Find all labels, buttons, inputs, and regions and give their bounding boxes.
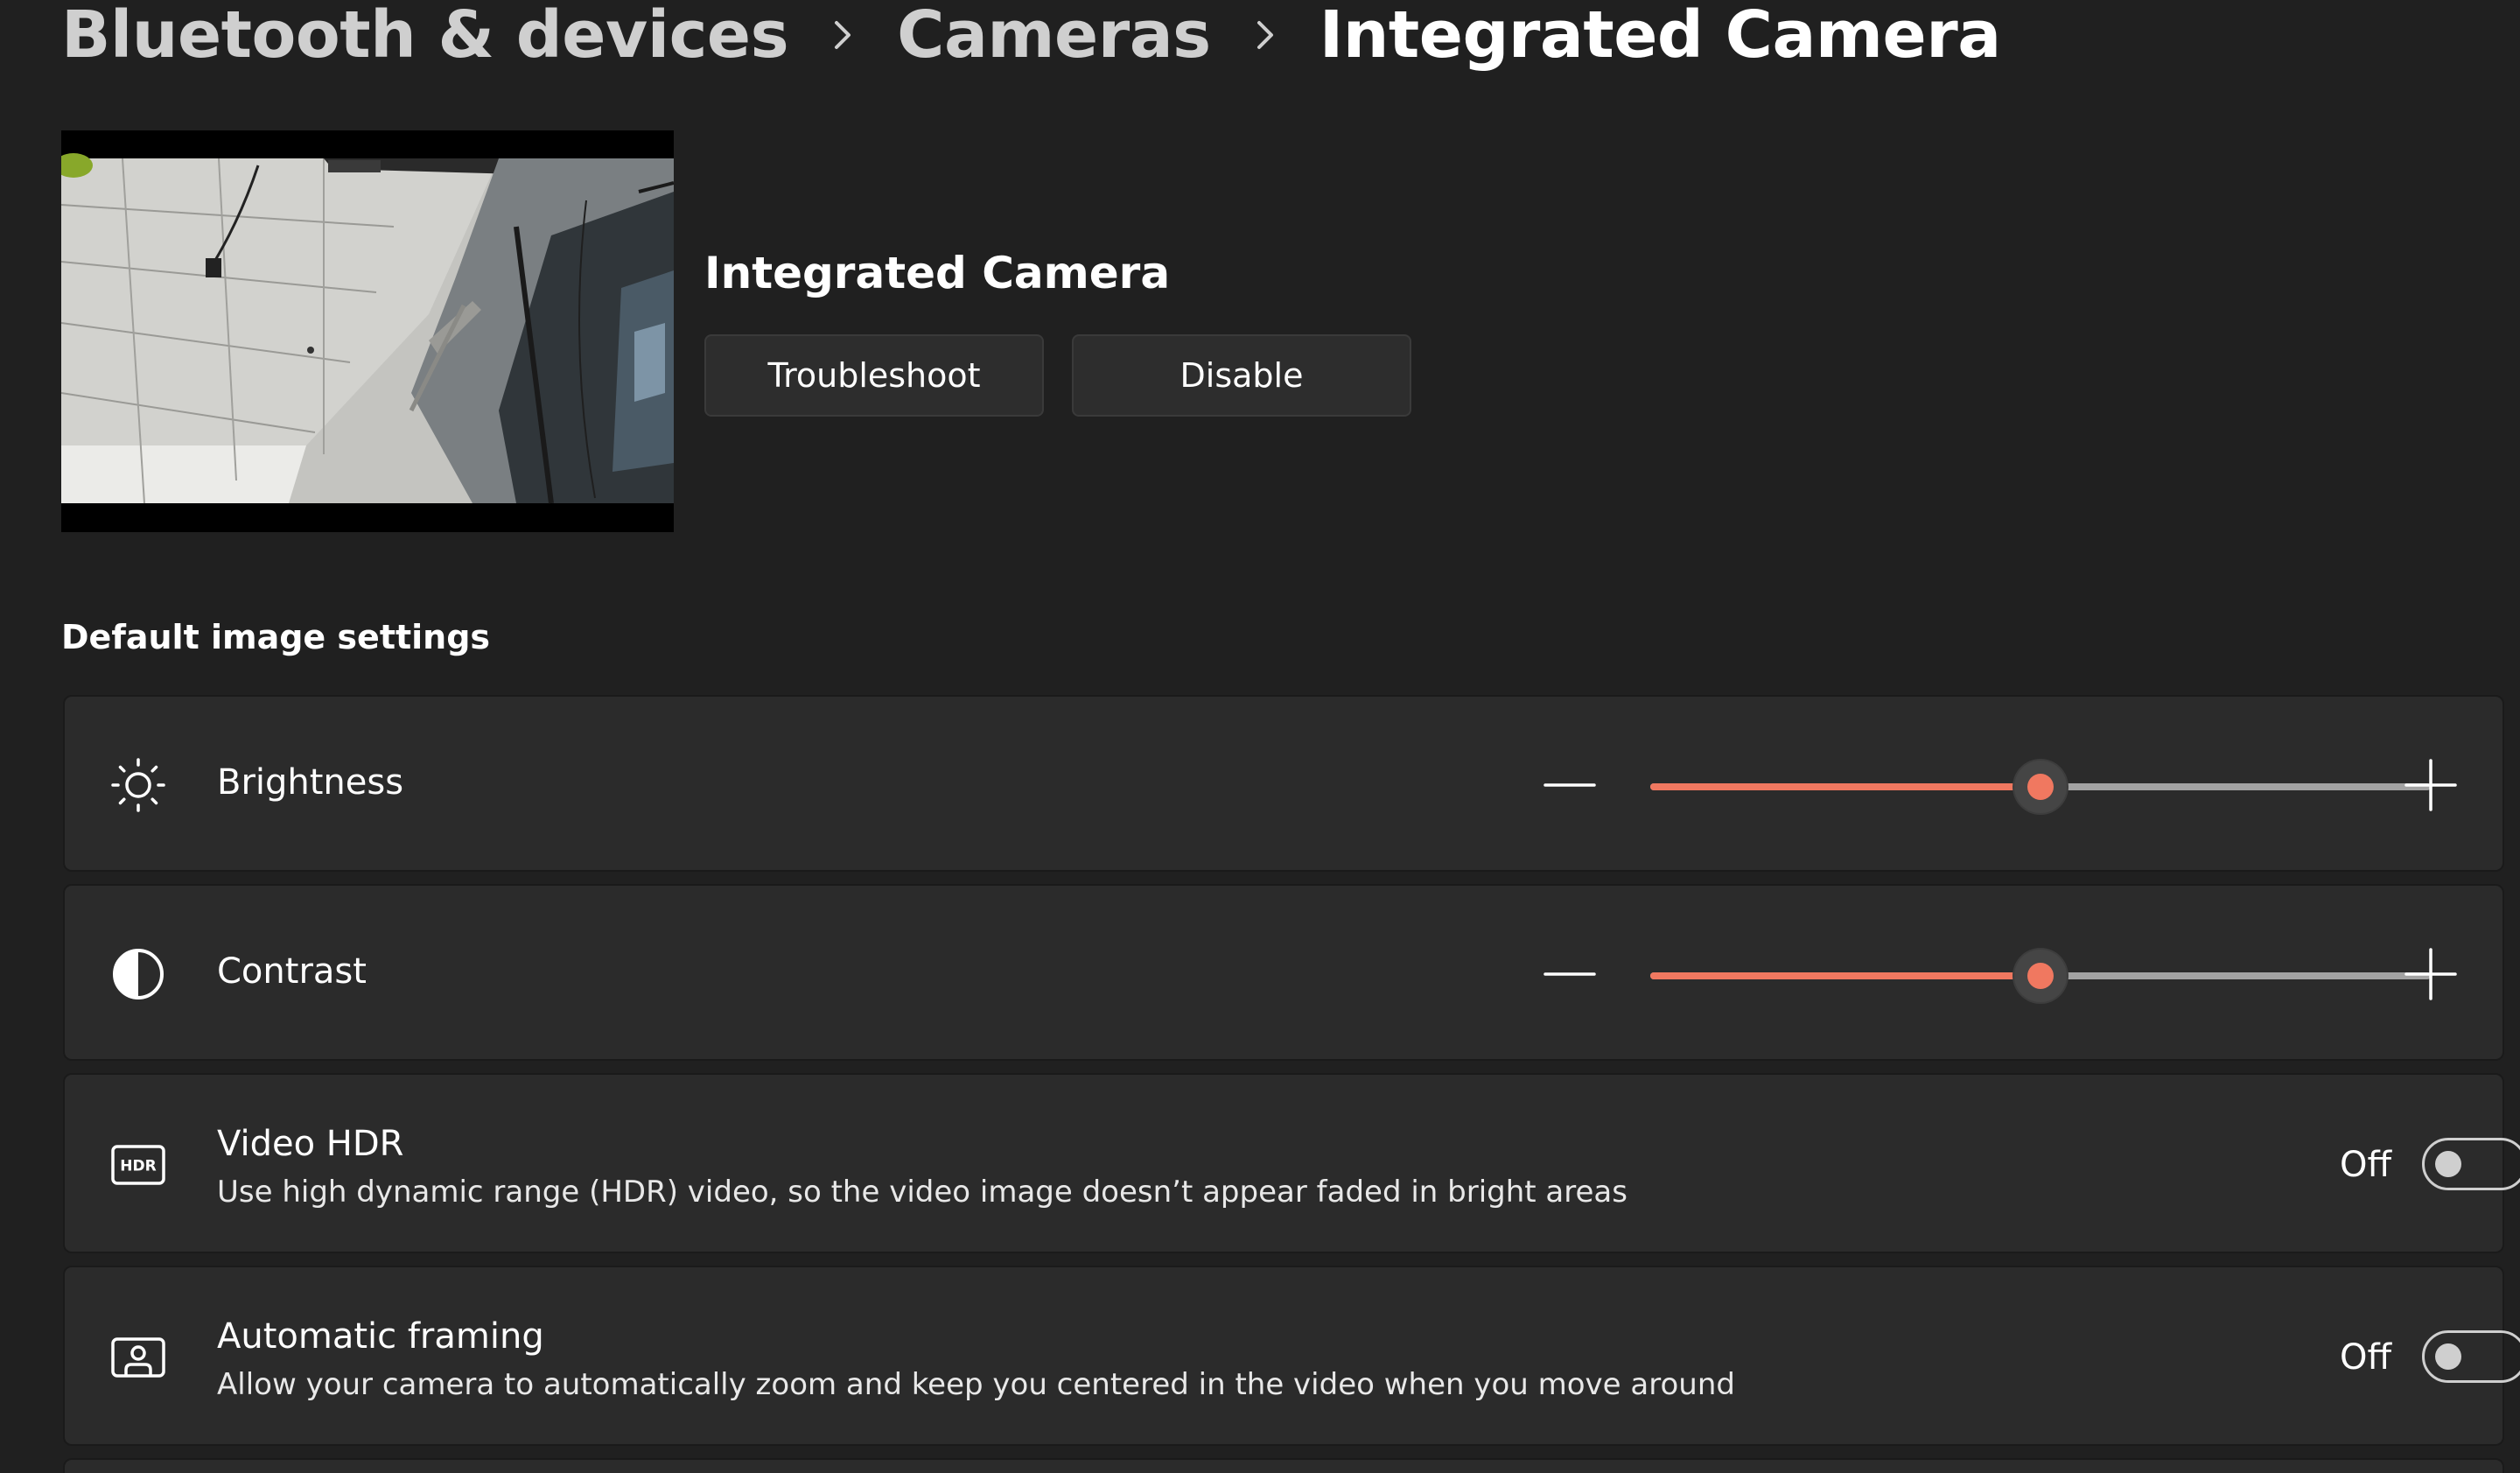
- contrast-icon: [110, 946, 166, 1002]
- disable-button[interactable]: Disable: [1072, 334, 1411, 417]
- automatic-framing-label: Automatic framing: [217, 1316, 544, 1357]
- breadcrumb-item-bluetooth-devices[interactable]: Bluetooth & devices: [61, 0, 789, 73]
- automatic-framing-state: Off: [2340, 1337, 2392, 1378]
- video-hdr-card: HDR Video HDR Use high dynamic range (HD…: [63, 1073, 2520, 1253]
- section-title: Default image settings: [61, 618, 491, 656]
- breadcrumb-item-current: Integrated Camera: [1319, 0, 2001, 73]
- hdr-icon: HDR: [110, 1137, 166, 1193]
- contrast-card: Contrast: [63, 884, 2504, 1061]
- svg-text:HDR: HDR: [120, 1158, 156, 1175]
- brightness-card: Brightness: [63, 695, 2504, 872]
- brightness-label: Brightness: [217, 762, 404, 803]
- slider-fill: [1650, 783, 2040, 790]
- automatic-framing-toggle[interactable]: [2422, 1330, 2520, 1383]
- brightness-decrease-button[interactable]: [1542, 757, 1598, 813]
- breadcrumb-item-cameras[interactable]: Cameras: [897, 0, 1211, 73]
- contrast-increase-button[interactable]: [2403, 946, 2459, 1002]
- brightness-sun-icon: [110, 757, 166, 813]
- slider-fill: [1650, 972, 2040, 979]
- brightness-slider[interactable]: [1650, 761, 2431, 813]
- chevron-right-icon: [788, 18, 897, 53]
- breadcrumb: Bluetooth & devices Cameras Integrated C…: [61, 0, 2001, 88]
- framing-portrait-icon: [110, 1329, 166, 1385]
- toggle-knob: [2435, 1343, 2461, 1370]
- brightness-increase-button[interactable]: [2403, 757, 2459, 813]
- camera-name: Integrated Camera: [704, 248, 1171, 298]
- settings-page: Bluetooth & devices Cameras Integrated C…: [0, 0, 2520, 1473]
- contrast-slider[interactable]: [1650, 950, 2431, 1002]
- toggle-knob: [2435, 1151, 2461, 1177]
- video-hdr-toggle[interactable]: [2422, 1138, 2520, 1190]
- slider-thumb[interactable]: [2014, 761, 2067, 813]
- camera-preview: [61, 130, 674, 532]
- slider-thumb[interactable]: [2014, 950, 2067, 1002]
- video-hdr-description: Use high dynamic range (HDR) video, so t…: [217, 1175, 1628, 1210]
- next-setting-card: [63, 1458, 2504, 1473]
- chevron-right-icon: [1211, 18, 1320, 53]
- automatic-framing-description: Allow your camera to automatically zoom …: [217, 1367, 1735, 1402]
- contrast-decrease-button[interactable]: [1542, 946, 1598, 1002]
- automatic-framing-card: Automatic framing Allow your camera to a…: [63, 1266, 2520, 1446]
- troubleshoot-button[interactable]: Troubleshoot: [704, 334, 1044, 417]
- video-hdr-state: Off: [2340, 1145, 2392, 1185]
- video-hdr-label: Video HDR: [217, 1124, 404, 1164]
- contrast-label: Contrast: [217, 951, 367, 992]
